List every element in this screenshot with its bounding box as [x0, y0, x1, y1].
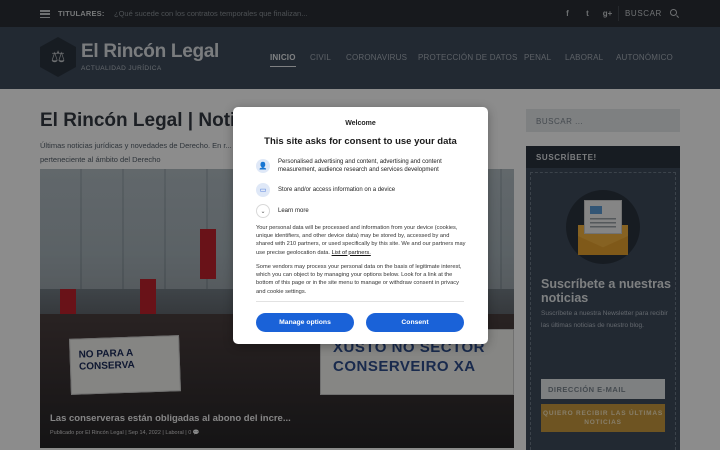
- purpose-text: Store and/or access information on a dev…: [278, 187, 396, 193]
- user-icon: 👤: [256, 159, 270, 173]
- consent-paragraph-1: Your personal data will be processed and…: [256, 224, 468, 257]
- purpose-personalised: 👤 Personalised advertising and content, …: [256, 158, 468, 174]
- consent-button[interactable]: Consent: [366, 313, 464, 332]
- purpose-text: Personalised advertising and content, ad…: [278, 159, 442, 173]
- learn-more-label[interactable]: Learn more: [278, 207, 468, 215]
- consent-dialog: Welcome This site asks for consent to us…: [233, 107, 488, 344]
- divider: [256, 301, 464, 302]
- chevron-down-icon[interactable]: ⌄: [256, 204, 270, 218]
- manage-options-button[interactable]: Manage options: [256, 313, 354, 332]
- purpose-storage: ▭ Store and/or access information on a d…: [256, 183, 468, 197]
- learn-more-toggle[interactable]: ⌄ Learn more: [256, 204, 468, 218]
- consent-heading: This site asks for consent to use your d…: [264, 136, 457, 147]
- consent-brand: Welcome: [345, 120, 376, 127]
- list-of-partners-link[interactable]: List of partners.: [332, 250, 371, 256]
- consent-paragraph-2: Some vendors may process your personal d…: [256, 264, 462, 295]
- device-icon: ▭: [256, 183, 270, 197]
